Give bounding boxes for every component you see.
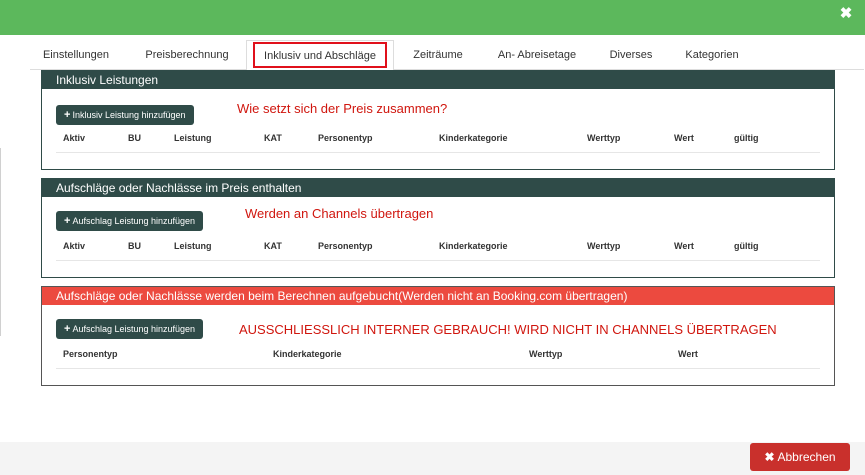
column-header: Aktiv <box>63 133 86 143</box>
tab-diverses[interactable]: Diverses <box>600 40 662 70</box>
column-header: Aktiv <box>63 241 86 251</box>
add-aufschlag-intern-button[interactable]: + Aufschlag Leistung hinzufügen <box>56 319 204 339</box>
cancel-label: Abbrechen <box>777 450 836 464</box>
add-aufschlag-button[interactable]: + Aufschlag Leistung hinzufügen <box>56 211 204 231</box>
table-header: Personentyp Kinderkategorie Werttyp Wert <box>56 347 820 369</box>
close-icon: ✖ <box>764 450 775 464</box>
tab-label: Einstellungen <box>42 49 110 61</box>
tab-label: Preisberechnung <box>145 49 229 61</box>
button-label: Inklusiv Leistung hinzufügen <box>72 110 186 120</box>
tab-an-abreisetage[interactable]: An- Abreisetage <box>486 40 588 70</box>
column-header: Wert <box>678 349 698 359</box>
close-icon[interactable]: ✖ <box>839 6 853 21</box>
tab-kategorien[interactable]: Kategorien <box>674 40 750 70</box>
tab-label: An- Abreisetage <box>497 49 577 61</box>
tab-inklusiv-und-abschlaege[interactable]: Inklusiv und Abschläge <box>246 40 394 71</box>
button-label: Aufschlag Leistung hinzufügen <box>72 216 196 226</box>
column-header: Wert <box>674 241 694 251</box>
table-header: Aktiv BU Leistung KAT Personentyp Kinder… <box>56 131 820 153</box>
panel-inklusiv-leistungen: Inklusiv Leistungen + Inklusiv Leistung h… <box>41 70 835 170</box>
cancel-button[interactable]: ✖ Abbrechen <box>750 443 850 471</box>
tab-label: Kategorien <box>685 49 739 61</box>
column-header: gültig <box>734 241 759 251</box>
column-header: Leistung <box>174 241 212 251</box>
background-window-edge <box>0 148 2 336</box>
panel-title: Aufschläge oder Nachlässe im Preis entha… <box>42 179 834 197</box>
column-header: Personentyp <box>318 241 373 251</box>
panel-title: Aufschläge oder Nachlässe werden beim Be… <box>42 287 834 305</box>
column-header: Leistung <box>174 133 212 143</box>
column-header: Kinderkategorie <box>273 349 342 359</box>
column-header: Werttyp <box>587 241 621 251</box>
panel-aufschlaege-aufgebucht: Aufschläge oder Nachlässe werden beim Be… <box>41 286 835 386</box>
annotation-note: Wie setzt sich der Preis zusammen? <box>237 101 448 116</box>
column-header: Wert <box>674 133 694 143</box>
column-header: KAT <box>264 241 282 251</box>
tab-zeitraeume[interactable]: Zeiträume <box>400 40 476 70</box>
modal-footer <box>0 442 865 475</box>
plus-icon: + <box>64 215 71 227</box>
column-header: Werttyp <box>587 133 621 143</box>
modal-header-bar: ✖ <box>0 0 865 35</box>
plus-icon: + <box>64 323 71 335</box>
column-header: Kinderkategorie <box>439 241 508 251</box>
column-header: Kinderkategorie <box>439 133 508 143</box>
column-header: Werttyp <box>529 349 563 359</box>
add-inklusiv-leistung-button[interactable]: + Inklusiv Leistung hinzufügen <box>56 105 194 125</box>
plus-icon: + <box>64 109 71 121</box>
button-label: Aufschlag Leistung hinzufügen <box>72 324 196 334</box>
tab-bar: Einstellungen Preisberechnung Inklusiv u… <box>30 40 864 71</box>
column-header: gültig <box>734 133 759 143</box>
column-header: KAT <box>264 133 282 143</box>
tab-label: Zeiträume <box>413 49 463 61</box>
tab-label: Inklusiv und Abschläge <box>264 50 376 62</box>
panel-title: Inklusiv Leistungen <box>42 71 834 89</box>
tab-preisberechnung[interactable]: Preisberechnung <box>134 40 240 70</box>
column-header: Personentyp <box>318 133 373 143</box>
annotation-note: Werden an Channels übertragen <box>245 206 434 221</box>
annotation-note: AUSSCHLIESSLICH INTERNER GEBRAUCH! WIRD … <box>239 322 777 337</box>
table-header: Aktiv BU Leistung KAT Personentyp Kinder… <box>56 239 820 261</box>
tab-einstellungen[interactable]: Einstellungen <box>30 40 122 70</box>
panel-aufschlaege-enthalten: Aufschläge oder Nachlässe im Preis entha… <box>41 178 835 278</box>
column-header: BU <box>128 133 141 143</box>
column-header: Personentyp <box>63 349 118 359</box>
column-header: BU <box>128 241 141 251</box>
tab-label: Diverses <box>609 49 653 61</box>
